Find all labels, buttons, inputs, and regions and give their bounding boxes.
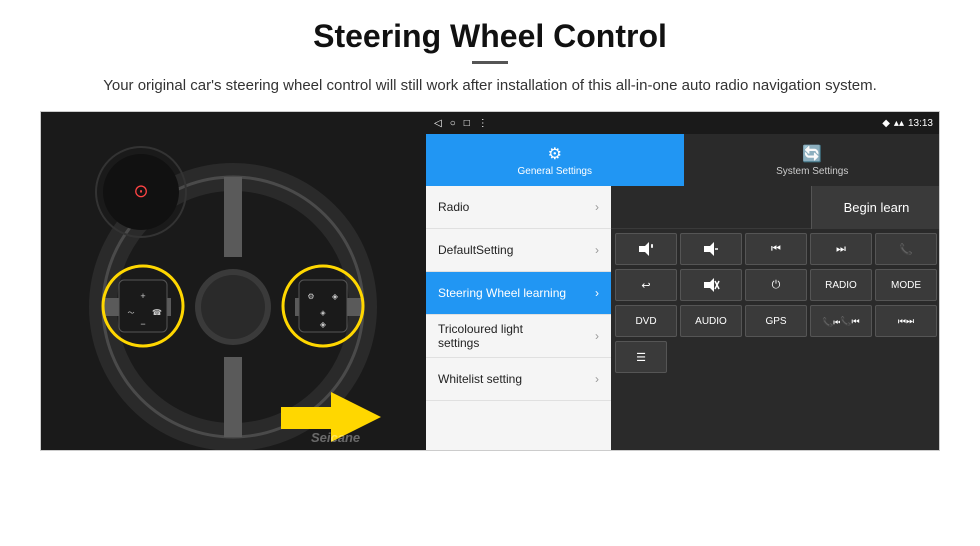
svg-text:⊙: ⊙ (133, 181, 148, 201)
svg-text:〜: 〜 (128, 310, 135, 317)
tab-general-settings[interactable]: ⚙ General Settings (426, 134, 684, 186)
recent-icon[interactable]: □ (464, 118, 470, 129)
tablet-main: Radio › DefaultSetting › Steering Wheel … (426, 186, 940, 451)
menu-default-label: DefaultSetting (438, 243, 513, 257)
next-track-button[interactable]: ⏭ (810, 233, 872, 265)
menu-item-whitelist[interactable]: Whitelist setting › (426, 358, 611, 401)
tablet-ui: ◁ ○ □ ⋮ ◆ ▴▴ 13:13 ⚙ General Settings (426, 112, 940, 451)
prev-track-button[interactable]: ⏮ (745, 233, 807, 265)
menu-item-tricoloured[interactable]: Tricoloured lightsettings › (426, 315, 611, 358)
control-panel: Begin learn ⏮ ⏭ 📞 (611, 186, 940, 451)
menu-tricoloured-label: Tricoloured lightsettings (438, 322, 523, 350)
location-icon: ◆ (882, 118, 890, 129)
tab-system-label: System Settings (776, 166, 848, 177)
menu-panel: Radio › DefaultSetting › Steering Wheel … (426, 186, 611, 451)
status-bar-left: ◁ ○ □ ⋮ (434, 118, 488, 129)
phone-prev-button[interactable]: 📞⏮ 📞⏮ (810, 305, 872, 337)
skip-button[interactable]: ⏮⏭ (875, 305, 937, 337)
phone-button[interactable]: 📞 (875, 233, 937, 265)
page-title: Steering Wheel Control (40, 18, 940, 55)
power-button[interactable]: ⏻ (745, 269, 807, 301)
control-grid-row2: ↩ ⏻ RADIO MODE (611, 269, 940, 305)
svg-text:📞⏮: 📞⏮ (822, 316, 840, 327)
vol-down-button[interactable] (680, 233, 742, 265)
content-area: + 〜 − ☎ ⚙ ◈ ◈ ◈ ⊙ Se (40, 111, 940, 451)
menu-radio-label: Radio (438, 200, 469, 214)
svg-text:◈: ◈ (320, 320, 327, 329)
dvd-button[interactable]: DVD (615, 305, 677, 337)
back-icon[interactable]: ◁ (434, 118, 442, 129)
control-grid-row3: DVD AUDIO GPS 📞⏮ 📞⏮ ⏮⏭ (611, 305, 940, 341)
menu-icon[interactable]: ⋮ (478, 118, 488, 129)
status-bar: ◁ ○ □ ⋮ ◆ ▴▴ 13:13 (426, 112, 940, 134)
status-bar-right: ◆ ▴▴ 13:13 (882, 118, 933, 129)
vol-up-button[interactable] (615, 233, 677, 265)
svg-text:◈: ◈ (332, 292, 339, 301)
svg-text:+: + (140, 291, 145, 301)
page-subtitle: Your original car's steering wheel contr… (40, 74, 940, 97)
audio-button[interactable]: AUDIO (680, 305, 742, 337)
begin-learn-spacer (611, 186, 811, 228)
back-call-button[interactable]: ↩ (615, 269, 677, 301)
title-divider (472, 61, 508, 64)
system-icon: 🔄 (802, 144, 822, 164)
tab-general-label: General Settings (518, 166, 593, 177)
chevron-icon-tricoloured: › (595, 329, 599, 343)
begin-learn-button[interactable]: Begin learn (811, 186, 940, 229)
begin-learn-row: Begin learn (611, 186, 940, 229)
menu-item-defaultsetting[interactable]: DefaultSetting › (426, 229, 611, 272)
settings-icon: ⚙ (548, 144, 562, 164)
tab-system-settings[interactable]: 🔄 System Settings (684, 134, 941, 186)
menu-item-steering[interactable]: Steering Wheel learning › (426, 272, 611, 315)
menu-whitelist-label: Whitelist setting (438, 372, 522, 386)
time-display: 13:13 (908, 118, 933, 129)
chevron-icon-steering: › (595, 286, 599, 300)
svg-text:−: − (140, 319, 145, 329)
menu-steering-label: Steering Wheel learning (438, 286, 566, 300)
chevron-icon-whitelist: › (595, 372, 599, 386)
radio-mode-button[interactable]: RADIO (810, 269, 872, 301)
home-icon[interactable]: ○ (450, 118, 456, 129)
svg-text:Seicane: Seicane (311, 430, 360, 445)
chevron-icon-default: › (595, 243, 599, 257)
gps-button[interactable]: GPS (745, 305, 807, 337)
control-grid-row4: ☰ (611, 341, 940, 373)
wifi-icon: ▴▴ (894, 118, 904, 129)
tab-bar: ⚙ General Settings 🔄 System Settings (426, 134, 940, 186)
svg-text:☎: ☎ (152, 308, 162, 317)
control-grid-row1: ⏮ ⏭ 📞 (611, 229, 940, 269)
mute-button[interactable] (680, 269, 742, 301)
mode-button[interactable]: MODE (875, 269, 937, 301)
menu-item-radio[interactable]: Radio › (426, 186, 611, 229)
chevron-icon-radio: › (595, 200, 599, 214)
svg-text:◈: ◈ (320, 310, 326, 317)
list-button[interactable]: ☰ (615, 341, 667, 373)
steering-wheel-photo: + 〜 − ☎ ⚙ ◈ ◈ ◈ ⊙ Se (41, 112, 426, 451)
svg-text:⚙: ⚙ (307, 292, 314, 301)
